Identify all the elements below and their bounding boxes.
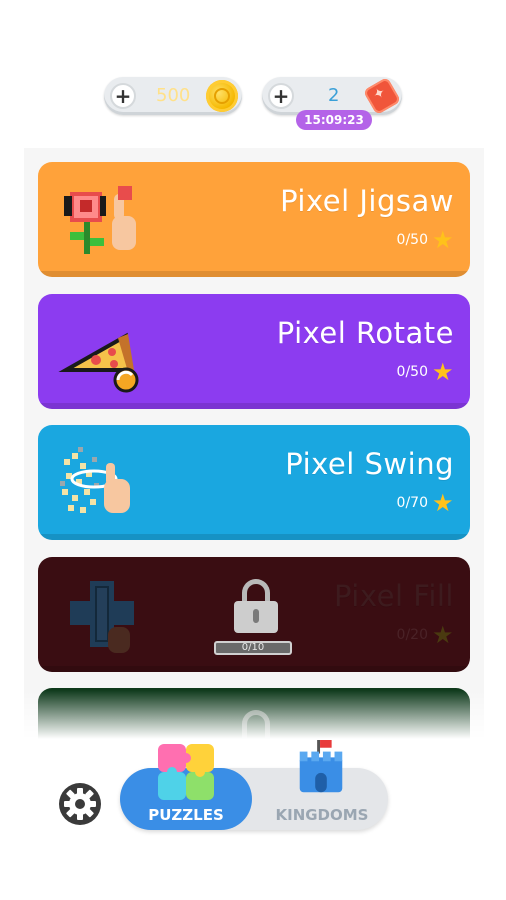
rose-puzzle-icon [64, 186, 136, 254]
castle-icon [299, 740, 343, 793]
mode-progress: 0/50 [396, 364, 428, 380]
lock-icon [234, 579, 278, 633]
tab-kingdoms[interactable]: KINGDOMS [256, 740, 388, 830]
mode-title: Pixel Jigsaw [280, 184, 454, 218]
coin-icon [206, 80, 238, 112]
mode-card-pixel-fill[interactable]: 0/10 Pixel Fill 0/20 ★ [38, 557, 470, 672]
puzzle-icon [158, 744, 214, 800]
unlock-progress: 0/10 [214, 641, 292, 655]
add-coins-button[interactable]: + [110, 83, 136, 109]
ticket-timer: 15:09:23 [296, 110, 372, 130]
currency-bar: + 500 + 2 ✦ [0, 73, 506, 133]
mode-card-pixel-swing[interactable]: Pixel Swing 0/70 ★ [38, 425, 470, 540]
cross-fill-icon [70, 581, 134, 653]
mode-card-pixel-jigsaw[interactable]: Pixel Jigsaw 0/50 ★ [38, 162, 470, 277]
list-fade [24, 690, 484, 760]
add-tickets-button[interactable]: + [268, 83, 294, 109]
tab-label: KINGDOMS [275, 806, 369, 824]
gear-icon[interactable] [58, 782, 102, 826]
pizza-rotate-icon [58, 332, 139, 393]
mode-progress: 0/70 [396, 495, 428, 511]
mode-tabs: PUZZLES KINGDOMS [120, 740, 388, 830]
swing-pixels-icon [60, 447, 130, 513]
tab-label: PUZZLES [148, 806, 224, 824]
coin-balance: + 500 [104, 77, 242, 115]
star-icon: ★ [432, 621, 454, 649]
star-icon: ★ [432, 489, 454, 517]
bottom-nav: PUZZLES KINGDOMS [0, 740, 506, 842]
star-icon: ★ [432, 226, 454, 254]
tab-puzzles[interactable]: PUZZLES [120, 744, 252, 830]
mode-title: Pixel Rotate [276, 316, 454, 350]
star-icon: ★ [432, 358, 454, 386]
mode-title: Pixel Fill [333, 579, 454, 613]
mode-progress: 0/20 [396, 627, 428, 643]
mode-title: Pixel Swing [285, 447, 454, 481]
mode-progress: 0/50 [396, 232, 428, 248]
mode-card-pixel-rotate[interactable]: Pixel Rotate 0/50 ★ [38, 294, 470, 409]
ticket-icon: ✦ [362, 76, 402, 116]
coin-count: 500 [156, 85, 191, 106]
